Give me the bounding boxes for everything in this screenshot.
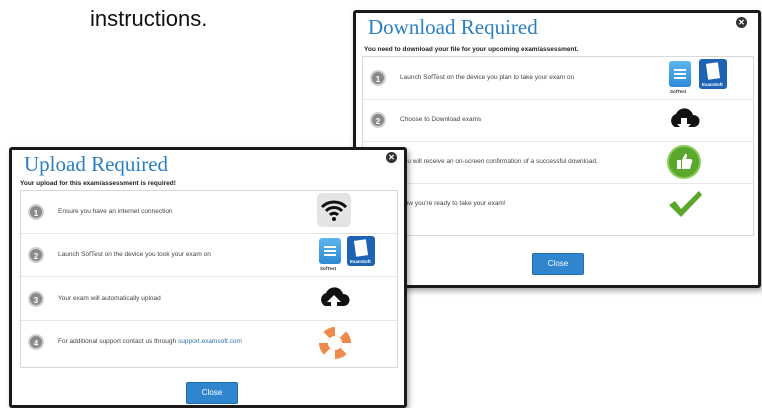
step-number: 1: [370, 70, 386, 86]
support-link[interactable]: support.examsoft.com: [178, 338, 242, 345]
wifi-icon: [317, 193, 351, 232]
step-number: 1: [28, 204, 44, 220]
step-text: Choose to Download exams: [400, 116, 482, 123]
step-row: 1 Launch SofTest on the device you plan …: [363, 57, 753, 100]
step-row: 3 You will receive an on-screen confirma…: [363, 141, 753, 184]
step-row: 3 Your exam will automatically upload: [21, 278, 397, 321]
step-number: 4: [28, 334, 44, 350]
checkmark-icon: [667, 189, 703, 224]
lifebuoy-icon: [317, 325, 353, 366]
step-text: Launch SofTest on the device you plan to…: [400, 74, 575, 81]
steps-panel: 1 Ensure you have an internet connection…: [20, 190, 398, 368]
download-required-modal: Download Required ✕ You need to download…: [353, 10, 761, 288]
step-text: Ensure you have an internet connection: [58, 208, 173, 215]
upload-required-modal: Upload Required ✕ Your upload for this e…: [9, 147, 407, 408]
step-number: 2: [370, 112, 386, 128]
cloud-upload-icon: [317, 286, 351, 317]
step-text: Now you're ready to take your exam!: [400, 200, 506, 207]
step-row: 2 Launch SofTest on the device you took …: [21, 234, 397, 277]
step-row: 4 For additional support contact us thro…: [21, 321, 397, 363]
step-row: 2 Choose to Download exams: [363, 99, 753, 142]
step-number: 2: [28, 247, 44, 263]
step-text: You will receive an on-screen confirmati…: [400, 158, 598, 165]
close-icon[interactable]: ✕: [736, 17, 747, 28]
step-text: Your exam will automatically upload: [58, 295, 161, 302]
close-button[interactable]: Close: [186, 382, 238, 404]
step-row: 1 Ensure you have an internet connection: [21, 191, 397, 234]
thumbs-up-icon: [667, 145, 701, 184]
modal-title: Upload Required: [24, 152, 169, 176]
modal-subtitle: Your upload for this exam/assessment is …: [20, 180, 176, 187]
instructions-text: instructions.: [90, 6, 208, 31]
steps-panel: 1 Launch SofTest on the device you plan …: [362, 56, 754, 236]
step-text: For additional support contact us throug…: [58, 338, 242, 345]
modal-subtitle: You need to download your file for your …: [364, 46, 579, 53]
close-icon[interactable]: ✕: [386, 152, 397, 163]
step-text: Launch SofTest on the device you took yo…: [58, 251, 211, 258]
close-button[interactable]: Close: [532, 253, 584, 275]
cloud-download-icon: [667, 107, 701, 138]
step-number: 3: [28, 291, 44, 307]
step-row: 4 Now you're ready to take your exam!: [363, 183, 753, 225]
modal-title: Download Required: [368, 15, 538, 39]
